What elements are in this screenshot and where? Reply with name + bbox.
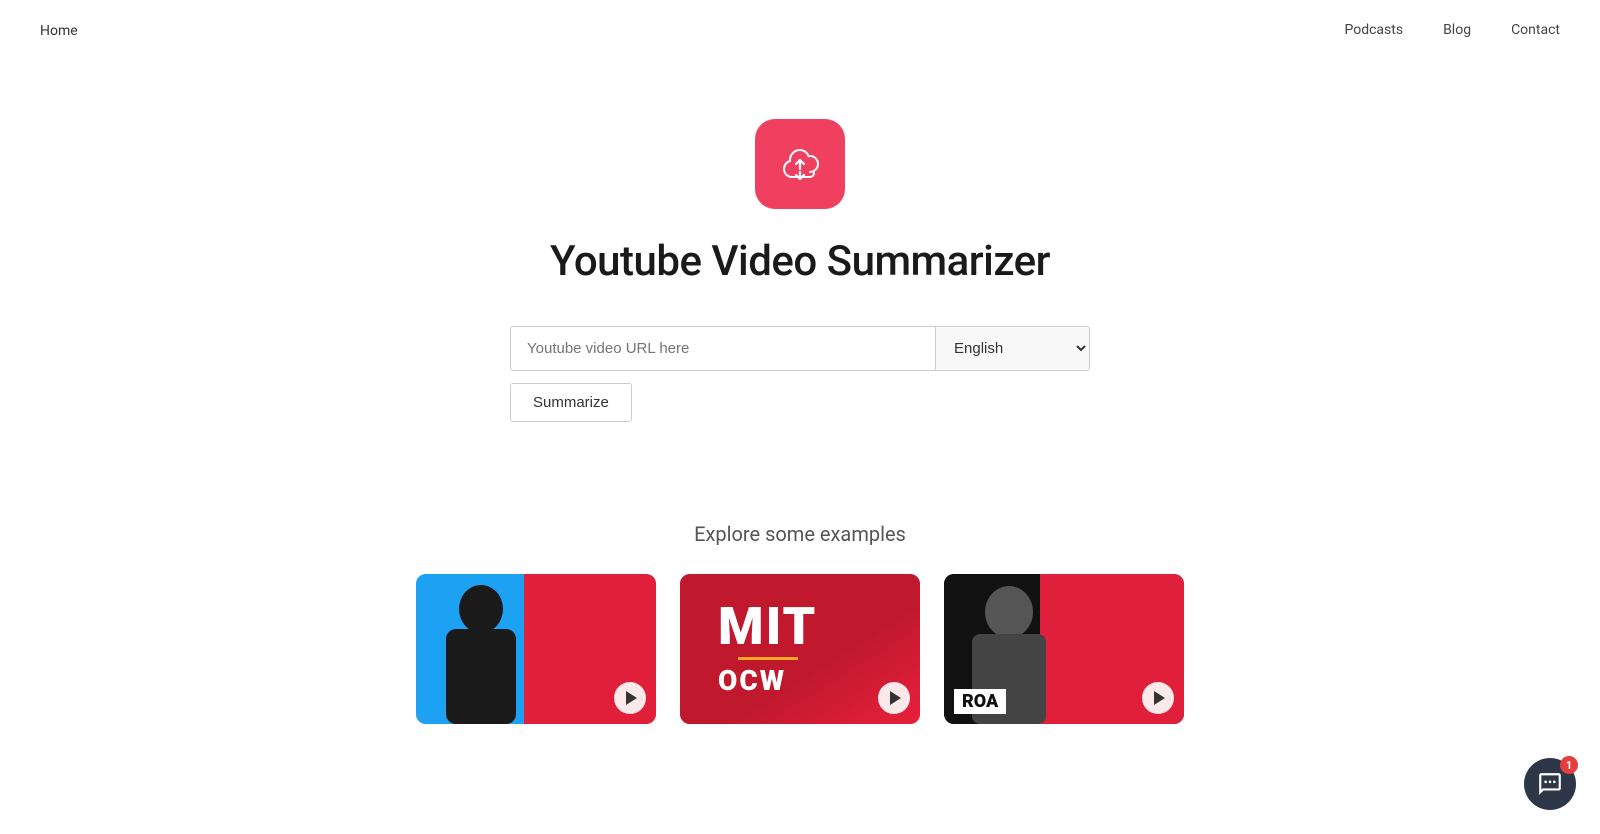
- play-triangle-1: [626, 691, 637, 705]
- chat-widget[interactable]: 1: [1524, 758, 1576, 810]
- podcasts-link[interactable]: Podcasts: [1344, 22, 1403, 38]
- example-card-2[interactable]: MIT OCW: [680, 574, 920, 724]
- example-card-3[interactable]: ROA: [944, 574, 1184, 724]
- card-play-btn-2[interactable]: [878, 682, 910, 714]
- nav-home[interactable]: Home: [40, 20, 78, 39]
- youtube-url-input[interactable]: [510, 326, 935, 371]
- person-silhouette-1: [416, 574, 546, 724]
- chat-icon: [1537, 771, 1563, 797]
- language-select[interactable]: English Spanish French German Portuguese…: [935, 326, 1090, 371]
- app-icon: [755, 119, 845, 209]
- home-link[interactable]: Home: [40, 23, 78, 39]
- page-title: Youtube Video Summarizer: [550, 237, 1050, 286]
- mit-label: MIT: [718, 601, 817, 653]
- mit-underline: [738, 657, 798, 660]
- summarize-form: English Spanish French German Portuguese…: [510, 326, 1090, 422]
- ocw-label: OCW: [718, 664, 786, 697]
- roa-label: ROA: [954, 689, 1006, 714]
- examples-title: Explore some examples: [0, 522, 1600, 546]
- play-triangle-2: [890, 691, 901, 705]
- blog-link[interactable]: Blog: [1443, 22, 1471, 38]
- contact-link[interactable]: Contact: [1511, 22, 1560, 38]
- card-inner-3: ROA: [944, 574, 1184, 724]
- card-inner-2: MIT OCW: [680, 574, 920, 724]
- card-play-btn-1[interactable]: [614, 682, 646, 714]
- examples-cards: MIT OCW ROA: [0, 574, 1600, 724]
- chat-badge: 1: [1560, 756, 1578, 774]
- summarize-button[interactable]: Summarize: [510, 383, 632, 422]
- input-row: English Spanish French German Portuguese…: [510, 326, 1090, 371]
- cloud-upload-icon: [774, 138, 826, 190]
- hero-section: Youtube Video Summarizer English Spanish…: [0, 59, 1600, 422]
- examples-section: Explore some examples MIT: [0, 522, 1600, 724]
- nav-links: Podcasts Blog Contact: [1344, 22, 1560, 38]
- mit-content: MIT OCW: [700, 583, 835, 715]
- card-inner-1: [416, 574, 656, 724]
- play-triangle-3: [1154, 691, 1165, 705]
- navbar: Home Podcasts Blog Contact: [0, 0, 1600, 59]
- example-card-1[interactable]: [416, 574, 656, 724]
- card-play-btn-3[interactable]: [1142, 682, 1174, 714]
